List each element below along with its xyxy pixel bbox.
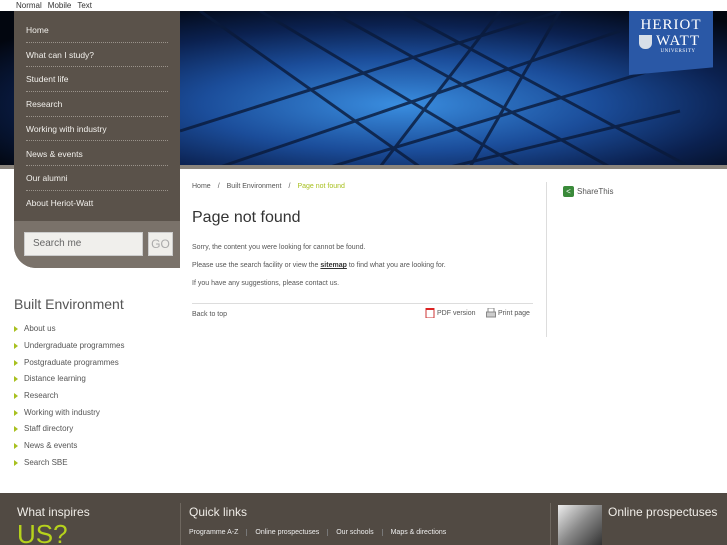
text: to find what you are looking for. — [346, 262, 446, 269]
section-item-about-us[interactable]: About us — [14, 324, 56, 333]
sitemap-link[interactable]: sitemap — [320, 262, 346, 269]
nav-item-home[interactable]: Home — [26, 18, 168, 43]
nav-item-what-can-i-study[interactable]: What can I study? — [26, 43, 168, 68]
section-title: Built Environment — [14, 296, 124, 312]
nav-item-research[interactable]: Research — [26, 92, 168, 117]
section-item-working-with-industry[interactable]: Working with industry — [14, 408, 100, 417]
nav-item-student-life[interactable]: Student life — [26, 67, 168, 93]
page-title: Page not found — [192, 209, 301, 226]
crest-icon — [639, 35, 652, 49]
prospectus-thumbnail[interactable] — [558, 505, 602, 545]
search-area: Search me GO — [14, 221, 180, 268]
search-suggestion: Please use the search facility or view t… — [192, 262, 446, 269]
breadcrumb: Home / Built Environment / Page not found — [192, 183, 345, 190]
footer-divider — [180, 503, 181, 545]
quick-link-maps-directions[interactable]: Maps & directions — [381, 529, 455, 536]
mobile-view-link[interactable]: Mobile — [48, 1, 72, 10]
back-to-top-link[interactable]: Back to top — [192, 311, 227, 318]
what-inspires-us-link[interactable]: US? — [17, 519, 68, 545]
breadcrumb-current: Page not found — [297, 183, 345, 190]
nav-item-about-heriot-watt[interactable]: About Heriot-Watt — [26, 191, 168, 216]
printer-icon — [486, 308, 496, 318]
what-inspires-heading: What inspires — [17, 505, 90, 519]
search-input[interactable]: Search me — [24, 232, 143, 256]
column-divider — [546, 182, 547, 337]
view-mode-bar: Normal Mobile Text — [0, 0, 727, 11]
sharethis-button[interactable]: < ShareThis — [563, 186, 613, 197]
section-item-distance-learning[interactable]: Distance learning — [14, 374, 86, 383]
pdf-icon — [425, 308, 435, 318]
contact-message: If you have any suggestions, please cont… — [192, 280, 340, 287]
print-label: Print page — [498, 309, 530, 317]
breadcrumb-separator: / — [288, 183, 291, 190]
pdf-version-link[interactable]: PDF version — [425, 308, 476, 318]
footer-divider — [550, 503, 551, 545]
error-message: Sorry, the content you were looking for … — [192, 244, 366, 251]
go-button[interactable]: GO — [148, 232, 173, 256]
quick-link-programme-a-z[interactable]: Programme A-Z — [189, 529, 246, 536]
quick-link-our-schools[interactable]: Our schools — [327, 529, 381, 536]
quick-link-online-prospectuses[interactable]: Online prospectuses — [246, 529, 327, 536]
breadcrumb-home[interactable]: Home — [192, 183, 211, 190]
online-prospectuses-heading[interactable]: Online prospectuses — [608, 505, 717, 519]
section-item-postgraduate[interactable]: Postgraduate programmes — [14, 358, 119, 367]
quick-links-heading: Quick links — [189, 505, 248, 519]
section-item-staff-directory[interactable]: Staff directory — [14, 424, 73, 433]
section-item-undergraduate[interactable]: Undergraduate programmes — [14, 341, 125, 350]
nav-item-working-with-industry[interactable]: Working with industry — [26, 117, 168, 142]
breadcrumb-built-environment[interactable]: Built Environment — [227, 183, 282, 190]
nav-item-news-events[interactable]: News & events — [26, 142, 168, 167]
logo-text-university: UNIVERSITY — [660, 49, 696, 54]
share-label: ShareThis — [577, 187, 614, 196]
section-item-research[interactable]: Research — [14, 391, 58, 400]
text-view-link[interactable]: Text — [77, 1, 92, 10]
pdf-label: PDF version — [437, 309, 476, 317]
breadcrumb-separator: / — [217, 183, 220, 190]
section-item-news-events[interactable]: News & events — [14, 441, 77, 450]
share-icon: < — [563, 186, 574, 197]
quick-links: Programme A-Z Online prospectuses Our scho… — [189, 529, 454, 536]
main-nav: Home What can I study? Student life Rese… — [14, 11, 180, 268]
section-item-search-sbe[interactable]: Search SBE — [14, 458, 68, 467]
heriot-watt-logo[interactable]: HERIOT WATT UNIVERSITY — [629, 11, 713, 75]
logo-text-heriot: HERIOT — [640, 17, 702, 33]
text: Please use the search facility or view t… — [192, 262, 321, 269]
footer: What inspires US? Quick links Programme … — [0, 493, 727, 545]
divider — [192, 303, 533, 304]
nav-item-our-alumni[interactable]: Our alumni — [26, 166, 168, 191]
print-page-link[interactable]: Print page — [486, 308, 530, 318]
normal-view-link[interactable]: Normal — [16, 1, 42, 10]
